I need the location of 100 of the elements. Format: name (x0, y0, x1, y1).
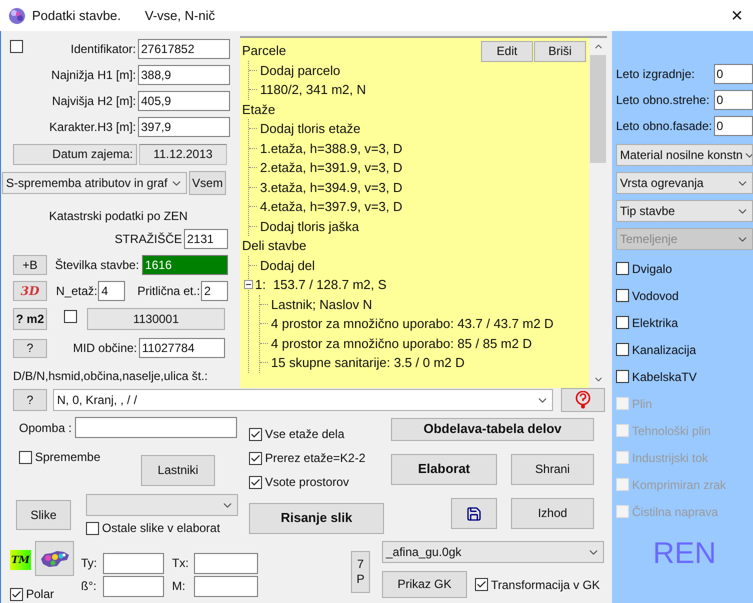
checkbox[interactable] (616, 370, 629, 383)
address-hint: D/B/N,hsmid,občina,naselje,ulica št.: (13, 368, 209, 385)
tree-item[interactable]: 15 skupne sanitarije: 3.5 / 0 m2 D (271, 353, 465, 372)
checkbox[interactable] (616, 262, 629, 275)
tree-item[interactable]: 2.etaža, h=391.9, v=3, D (260, 158, 402, 178)
address-dropdown[interactable]: N, 0, Kranj, , / / (53, 389, 553, 411)
tree-item[interactable]: 1: 153.7 / 128.7 m2, S (255, 275, 387, 294)
checkbox-label: Transformacija v GK (491, 576, 600, 594)
checkbox[interactable] (10, 588, 23, 600)
save-button[interactable]: Shrani (511, 454, 594, 485)
tree-action-button[interactable]: Briši (534, 41, 586, 62)
year-field[interactable]: 0 (714, 64, 753, 84)
tree-item[interactable]: Dodaj del (260, 256, 315, 275)
tm-badge: TM (10, 550, 31, 570)
draw-pictures-button[interactable]: Risanje slik (249, 503, 384, 534)
floppy-icon (466, 506, 482, 522)
checkbox-label: Vsote prostorov (265, 474, 350, 491)
checkbox[interactable] (616, 316, 629, 329)
checkbox[interactable] (86, 522, 99, 534)
scrollbar[interactable] (589, 38, 607, 388)
file-dropdown[interactable]: _afina_gu.0gk (382, 541, 604, 563)
add-building-button[interactable]: +B (13, 255, 47, 275)
tree-item[interactable]: 4 prostor za množično uporabo: 85 / 85 m2 D (271, 334, 532, 353)
height-field[interactable]: 405,9 (138, 91, 230, 111)
tree-item[interactable]: Dodaj parcelo (260, 60, 340, 80)
ty-field[interactable] (103, 552, 164, 574)
tree-item[interactable]: Lastnik; Naslov N (271, 294, 372, 314)
tree-item[interactable]: 4.etaža, h=397.9, v=3, D (260, 197, 402, 216)
checkbox[interactable] (249, 452, 262, 464)
identifier-field[interactable]: 27617852 (138, 39, 230, 59)
area-button[interactable]: ? m2 (13, 308, 47, 330)
checkbox[interactable] (616, 343, 629, 356)
field-label: Leto obno.fasade: (616, 118, 714, 135)
checkbox-label: Industrijski tok (632, 450, 708, 466)
close-button[interactable]: × (727, 6, 747, 26)
tree-item[interactable]: Dodaj tloris jaška (260, 216, 359, 236)
show-gk-button[interactable]: Prikaz GK (382, 571, 467, 598)
panel-dropdown[interactable]: Material nosilne konstn (616, 144, 753, 166)
3d-button[interactable]: 3D (13, 281, 47, 301)
tree-item[interactable]: Etaže (242, 100, 276, 119)
help-button[interactable] (561, 388, 605, 412)
capture-date-button[interactable]: Datum zajema: (13, 144, 137, 165)
all-button[interactable]: Vsem (189, 171, 226, 195)
table-button[interactable]: Obdelava-tabela delov (391, 418, 594, 441)
save-file-button[interactable] (451, 498, 497, 529)
ground-floor-field[interactable]: 2 (201, 281, 228, 301)
field-label: Karakter.H3 [m]: (49, 119, 136, 136)
year-field[interactable]: 0 (714, 90, 753, 110)
checkbox[interactable] (64, 310, 77, 323)
address-help-button[interactable]: ? (13, 389, 47, 411)
change-mode-dropdown[interactable]: S-sprememba atributov in graf (2, 172, 187, 194)
field-label: Ty: (81, 555, 98, 572)
tree-item[interactable]: 4 prostor za množično uporabo: 43.7 / 43.7 m2 D (271, 314, 554, 334)
height-field[interactable]: 397,9 (138, 117, 230, 137)
field-label: N_etaž: (56, 283, 98, 300)
checkbox-label: Plin (632, 396, 652, 412)
checkbox-label: Vse etaže dela (265, 426, 344, 443)
tree-item[interactable]: Deli stavbe (242, 236, 306, 256)
field-label: Leto obno.strehe: (616, 92, 710, 109)
map-icon (38, 548, 70, 568)
panel-dropdown[interactable]: Tip stavbe (616, 200, 753, 222)
tree-item[interactable]: 1180/2, 341 m2, N (260, 80, 366, 100)
collapse-icon[interactable] (244, 280, 253, 290)
code-button[interactable]: 1130001 (87, 308, 225, 330)
checkbox[interactable] (475, 578, 488, 591)
year-field[interactable]: 0 (714, 116, 753, 136)
logo-text: REN (652, 539, 716, 569)
height-field[interactable]: 388,9 (138, 65, 230, 85)
field-label: Pritlična et.: (137, 283, 200, 300)
exit-button[interactable]: Izhod (511, 498, 594, 529)
municipality-field[interactable]: 11027784 (139, 338, 225, 358)
tree-action-button[interactable]: Edit (481, 41, 533, 62)
beta-field[interactable] (103, 576, 164, 596)
7p-button[interactable]: 7 P (351, 551, 370, 593)
checkbox[interactable] (19, 450, 32, 464)
checkbox[interactable] (616, 289, 629, 302)
pictures-button[interactable]: Slike (16, 500, 71, 530)
map-button[interactable] (35, 541, 74, 576)
building-number-field[interactable]: 1616 (142, 255, 228, 275)
field-label: ß°: (81, 578, 98, 595)
owners-button[interactable]: Lastniki (141, 455, 215, 486)
field-label: Identifikator: (70, 41, 136, 58)
field-label: Opomba : (19, 420, 72, 436)
panel-dropdown[interactable]: Vrsta ogrevanja (616, 172, 753, 194)
tree-item[interactable]: Parcele (242, 41, 286, 60)
tx-field[interactable] (194, 552, 258, 574)
checkbox[interactable] (10, 40, 23, 53)
tree-item[interactable]: 1.etaža, h=388.9, v=3, D (260, 138, 402, 158)
field-label: Številka stavbe: (55, 257, 140, 274)
help-button[interactable]: ? (13, 338, 47, 358)
note-field[interactable] (74, 417, 237, 438)
m-field[interactable] (194, 576, 258, 596)
report-button[interactable]: Elaborat (391, 454, 497, 485)
tree-item[interactable]: Dodaj tloris etaže (260, 119, 360, 138)
window-title: Podatki stavbe. (32, 6, 121, 25)
floors-field[interactable]: 4 (98, 281, 126, 301)
checkbox[interactable] (249, 476, 262, 488)
tree-item[interactable]: 3.etaža, h=394.9, v=3, D (260, 178, 402, 197)
area-code-field[interactable]: 2131 (184, 228, 228, 248)
checkbox[interactable] (249, 428, 262, 440)
